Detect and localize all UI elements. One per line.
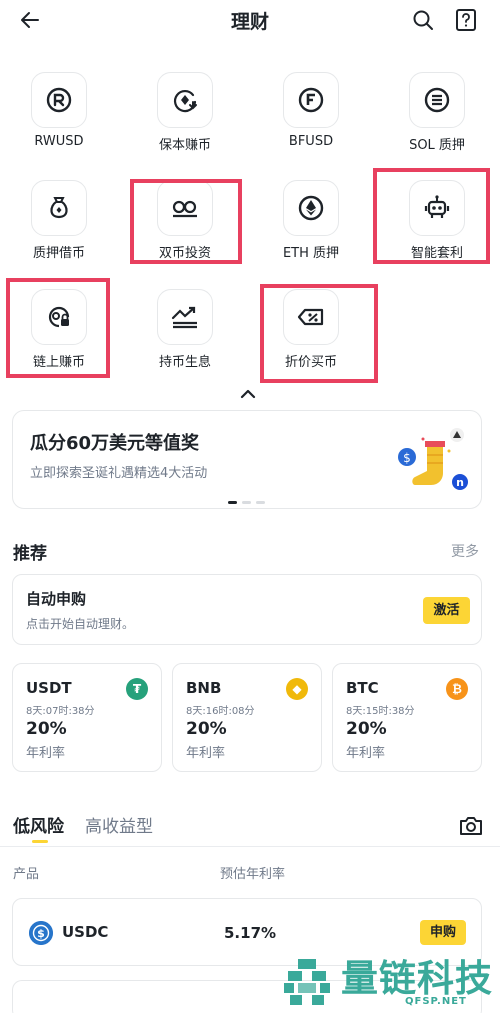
grid-item-sol-staking[interactable]: SOL 质押 <box>382 72 492 162</box>
coin-countdown: 8天:15时:38分 <box>346 706 415 717</box>
banner-subtitle: 立即探索圣诞礼遇精选4大活动 <box>30 466 208 481</box>
more-link[interactable]: 更多 <box>451 541 479 561</box>
highlight-box <box>6 278 110 378</box>
usdt-icon: ₮ <box>126 678 148 700</box>
promo-banner[interactable]: 瓜分60万美元等值奖 立即探索圣诞礼遇精选4大活动 $ n <box>12 410 482 509</box>
coin-card-btc[interactable]: BTC 8天:15时:38分 20% 年利率 ₿ <box>332 663 482 772</box>
highlight-box <box>373 168 490 264</box>
grid-label: RWUSD <box>34 134 84 149</box>
activate-button[interactable]: 激活 <box>423 597 470 624</box>
coin-rate: 20% <box>346 719 387 739</box>
svg-text:n: n <box>456 476 464 489</box>
grid-item-bfusd[interactable]: BFUSD <box>256 72 366 162</box>
coin-rate-label: 年利率 <box>346 746 386 761</box>
grid-label: SOL 质押 <box>409 138 465 153</box>
auto-subscribe-card[interactable]: 自动申购 点击开始自动理财。 激活 <box>12 574 482 645</box>
grid-item-hold-interest[interactable]: 持币生息 <box>130 289 240 379</box>
coin-name: BTC <box>346 679 379 697</box>
collapse-chevron-icon[interactable] <box>238 387 258 401</box>
coin-name: USDT <box>26 679 72 697</box>
svg-text:$: $ <box>403 451 411 465</box>
coin-countdown: 8天:07时:38分 <box>26 706 95 717</box>
coin-rate: 20% <box>26 719 67 739</box>
carousel-indicator <box>228 501 268 505</box>
camera-icon[interactable] <box>459 814 483 836</box>
collateral-loan-icon <box>31 180 87 236</box>
divider <box>0 846 500 847</box>
grid-label: ETH 质押 <box>282 246 340 261</box>
grid-label: 保本赚币 <box>158 138 211 153</box>
watermark-text: 量链科技 <box>341 957 493 1000</box>
grid-item-eth-staking[interactable]: ETH 质押 <box>256 180 366 270</box>
grid-label: 质押借币 <box>32 246 85 261</box>
coin-card-bnb[interactable]: BNB 8天:16时:08分 20% 年利率 ◆ <box>172 663 322 772</box>
help-icon[interactable] <box>455 8 477 32</box>
search-icon[interactable] <box>411 8 435 32</box>
banner-title: 瓜分60万美元等值奖 <box>30 433 200 454</box>
grid-item-principal-protected[interactable]: 保本赚币 <box>130 72 240 162</box>
watermark-logo-icon <box>284 959 330 1005</box>
auto-subscribe-subtitle: 点击开始自动理财。 <box>26 617 135 631</box>
grid-item-collateral-loan[interactable]: 质押借币 <box>4 180 114 270</box>
coin-countdown: 8天:16时:08分 <box>186 706 255 717</box>
svg-text:$: $ <box>37 927 45 940</box>
tab-high-yield[interactable]: 高收益型 <box>85 812 153 837</box>
btc-icon: ₿ <box>446 678 468 700</box>
grid-label: 持币生息 <box>158 355 211 370</box>
bfusd-icon <box>283 72 339 128</box>
highlight-box <box>130 179 242 264</box>
coin-card-usdt[interactable]: USDT 8天:07时:38分 20% 年利率 ₮ <box>12 663 162 772</box>
coin-name: BNB <box>186 679 222 697</box>
column-header-apr: 预估年利率 <box>220 867 286 882</box>
highlight-box <box>260 284 378 383</box>
christmas-stocking-illustration: $ n <box>398 428 468 490</box>
usdc-icon: $ <box>29 921 53 945</box>
section-title-recommend: 推荐 <box>13 544 47 564</box>
column-header-product: 产品 <box>13 867 40 882</box>
grid-label: BFUSD <box>288 134 334 149</box>
tab-low-risk[interactable]: 低风险 <box>13 812 64 837</box>
coin-rate: 20% <box>186 719 227 739</box>
hold-interest-icon <box>157 289 213 345</box>
eth-staking-icon <box>283 180 339 236</box>
principal-protected-icon <box>157 72 213 128</box>
product-name: USDC <box>62 923 109 941</box>
watermark-url: QFSP.NET <box>405 996 467 1007</box>
active-tab-indicator <box>32 840 48 843</box>
coin-rate-label: 年利率 <box>26 746 66 761</box>
grid-item-rwusd[interactable]: RWUSD <box>4 72 114 162</box>
sol-staking-icon <box>409 72 465 128</box>
coin-rate-label: 年利率 <box>186 746 226 761</box>
product-apr: 5.17% <box>224 924 277 942</box>
bnb-icon: ◆ <box>286 678 308 700</box>
top-bar: 理财 <box>0 0 500 40</box>
rwusd-icon <box>31 72 87 128</box>
subscribe-button[interactable]: 申购 <box>420 920 466 945</box>
auto-subscribe-title: 自动申购 <box>26 590 87 608</box>
